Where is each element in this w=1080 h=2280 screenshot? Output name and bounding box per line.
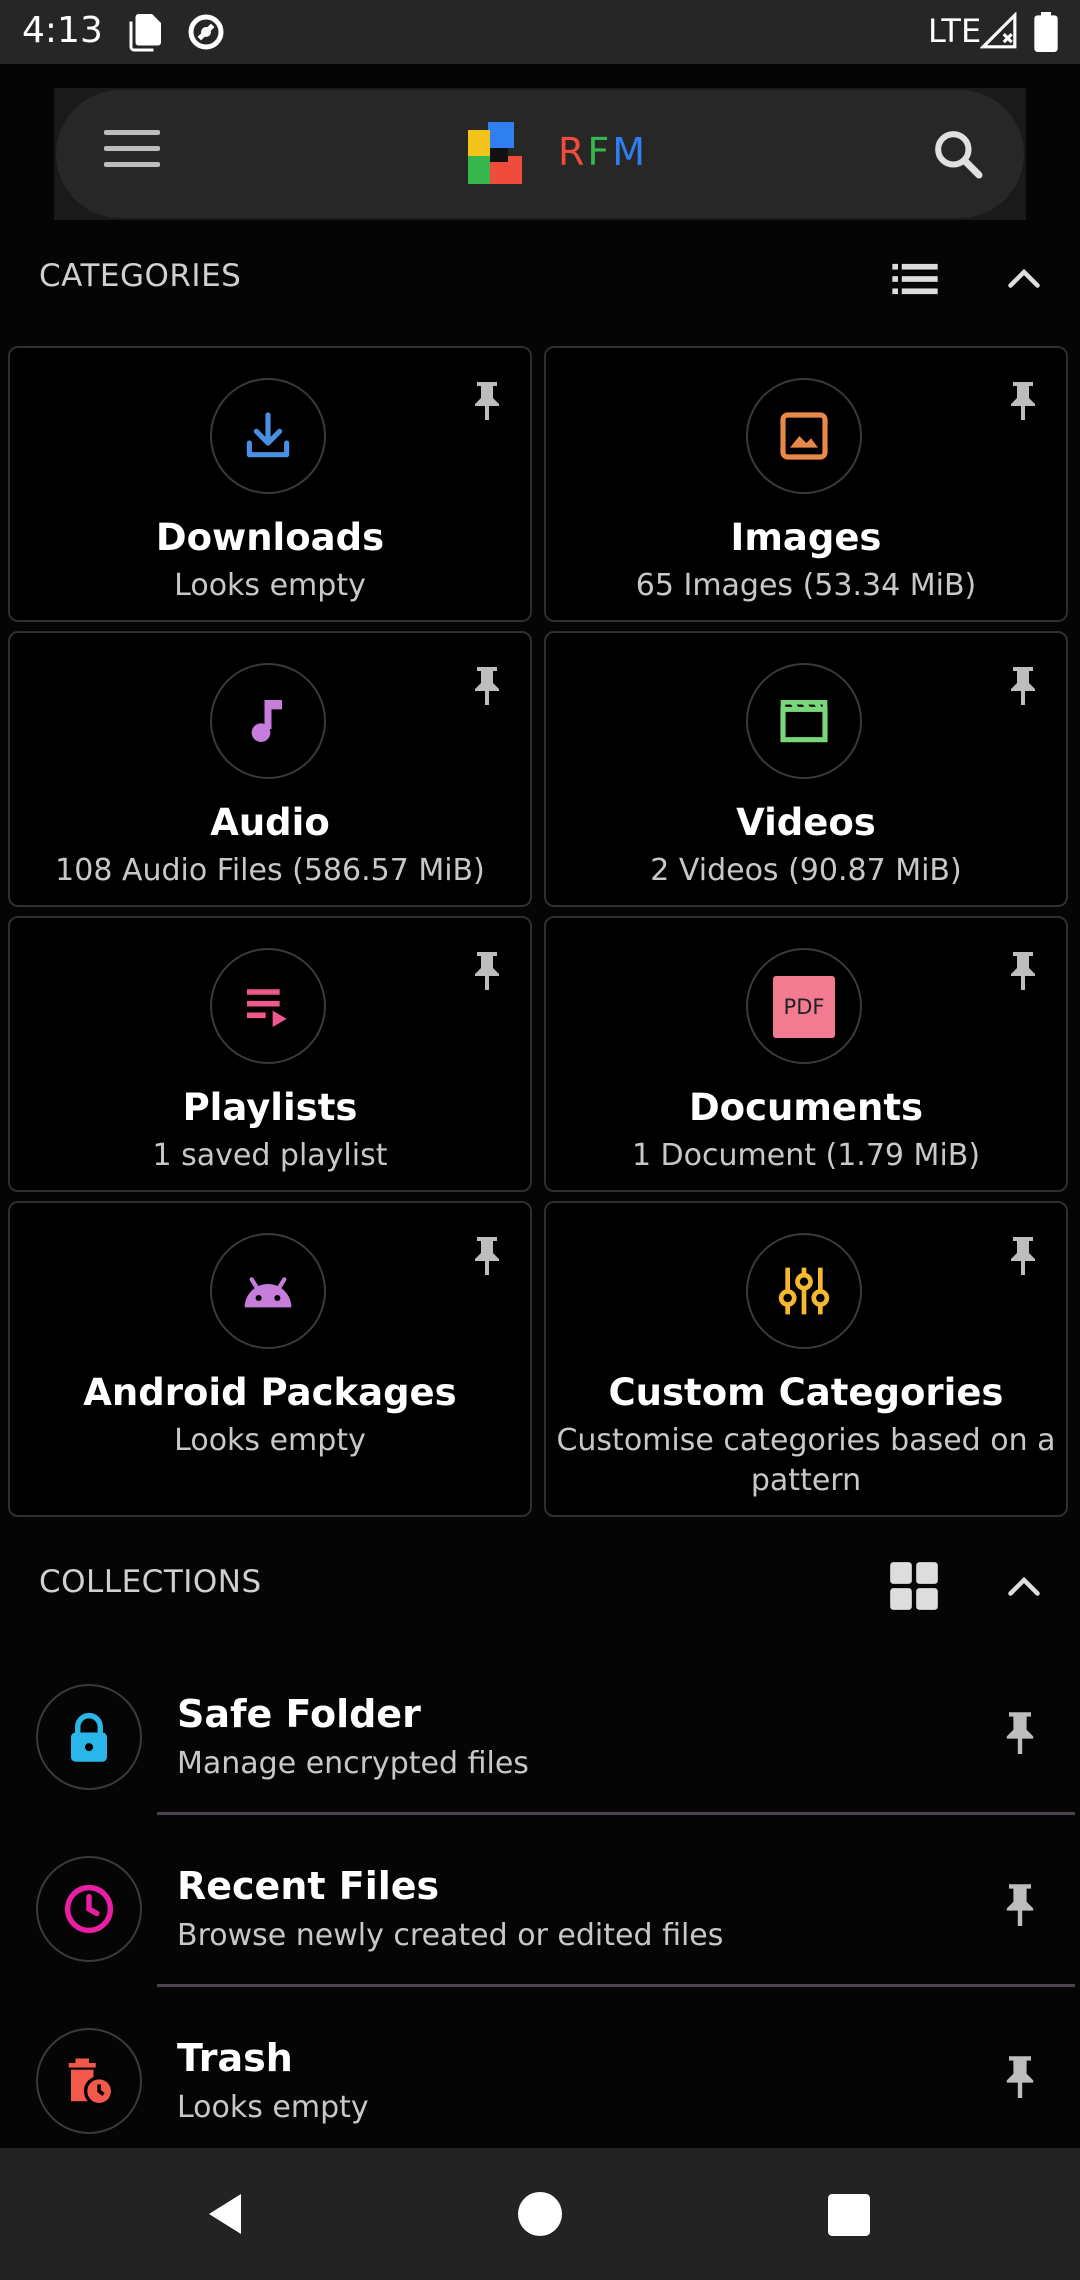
category-subtitle: Looks empty <box>174 1423 366 1458</box>
music-note-icon <box>251 700 282 742</box>
sync-notification-icon <box>188 14 224 50</box>
collection-subtitle: Looks empty <box>177 2090 369 2125</box>
downloads-icon-circle <box>210 378 326 494</box>
pin-icon[interactable] <box>470 950 504 990</box>
collection-title: Recent Files <box>177 1864 440 1908</box>
category-card-images[interactable]: Images 65 Images (53.34 MiB) <box>544 346 1068 622</box>
collection-subtitle: Browse newly created or edited files <box>177 1918 724 1953</box>
category-subtitle: Customise categories based on a pattern <box>556 1423 1056 1498</box>
home-icon[interactable] <box>518 2192 562 2236</box>
battery-icon <box>1034 12 1058 52</box>
app-bar: RFM <box>56 90 1024 218</box>
pin-icon[interactable] <box>1006 380 1040 420</box>
menu-button[interactable] <box>104 130 160 178</box>
documents-icon-circle: PDF <box>746 948 862 1064</box>
signal-icon <box>980 12 1017 49</box>
collapse-collections-icon[interactable] <box>1006 1572 1042 1600</box>
pin-icon[interactable] <box>1002 2054 1038 2098</box>
category-subtitle: 1 saved playlist <box>152 1138 388 1173</box>
category-card-android-packages[interactable]: Android Packages Looks empty <box>8 1201 532 1517</box>
safe-folder-icon-circle <box>36 1684 142 1790</box>
status-bar: 4:13 LTE <box>0 0 1080 64</box>
category-title: Playlists <box>182 1086 358 1129</box>
download-icon <box>246 412 290 458</box>
clock-icon <box>64 1884 114 1934</box>
category-title: Android Packages <box>83 1371 457 1414</box>
category-card-audio[interactable]: Audio 108 Audio Files (586.57 MiB) <box>8 631 532 907</box>
category-subtitle: 2 Videos (90.87 MiB) <box>650 853 962 888</box>
collection-item-safe-folder[interactable]: Safe Folder Manage encrypted files <box>0 1650 1080 1820</box>
playlist-icon <box>247 989 287 1027</box>
pin-icon[interactable] <box>1006 1235 1040 1275</box>
category-card-playlists[interactable]: Playlists 1 saved playlist <box>8 916 532 1192</box>
pin-icon[interactable] <box>470 665 504 705</box>
pin-icon[interactable] <box>1006 950 1040 990</box>
pin-icon[interactable] <box>1006 665 1040 705</box>
files-notification-icon <box>129 14 161 52</box>
videos-icon-circle <box>746 663 862 779</box>
category-title: Videos <box>736 801 876 844</box>
collection-item-trash[interactable]: Trash Looks empty <box>0 1994 1080 2164</box>
category-card-videos[interactable]: Videos 2 Videos (90.87 MiB) <box>544 631 1068 907</box>
movie-icon <box>780 700 828 743</box>
tune-icon <box>778 1267 830 1315</box>
list-divider <box>157 1812 1075 1815</box>
images-icon-circle <box>746 378 862 494</box>
category-subtitle: 1 Document (1.79 MiB) <box>631 1138 981 1173</box>
network-type-label: LTE <box>928 12 982 50</box>
category-title: Images <box>730 516 882 559</box>
recents-icon[interactable] <box>828 2194 870 2236</box>
pdf-icon: PDF <box>773 976 835 1038</box>
category-subtitle: Looks empty <box>174 568 366 603</box>
collections-header: COLLECTIONS <box>39 1564 262 1600</box>
trash-clock-icon <box>68 2058 115 2107</box>
pin-icon[interactable] <box>1002 1882 1038 1926</box>
back-icon[interactable] <box>204 2190 246 2238</box>
menu-icon <box>104 130 160 135</box>
category-title: Custom Categories <box>608 1371 1004 1414</box>
category-subtitle: 108 Audio Files (586.57 MiB) <box>55 853 485 888</box>
category-title: Documents <box>688 1086 924 1129</box>
collection-title: Safe Folder <box>177 1692 421 1736</box>
custom-categories-icon-circle <box>746 1233 862 1349</box>
lock-icon <box>71 1713 107 1762</box>
search-icon[interactable] <box>930 126 986 182</box>
list-view-icon[interactable] <box>892 262 938 296</box>
app-logo-icon <box>468 122 522 184</box>
pdf-icon-label: PDF <box>783 995 825 1019</box>
collection-title: Trash <box>177 2036 293 2080</box>
image-icon <box>780 412 828 460</box>
collection-item-recent-files[interactable]: Recent Files Browse newly created or edi… <box>0 1822 1080 1992</box>
android-icon <box>244 1277 292 1308</box>
brand-text: RFM <box>558 130 649 174</box>
pin-icon[interactable] <box>1002 1710 1038 1754</box>
category-card-documents[interactable]: PDF Documents 1 Document (1.79 MiB) <box>544 916 1068 1192</box>
system-nav-bar <box>0 2148 1080 2280</box>
categories-header: CATEGORIES <box>39 258 242 294</box>
category-subtitle: 65 Images (53.34 MiB) <box>635 568 977 603</box>
collection-subtitle: Manage encrypted files <box>177 1746 529 1781</box>
playlists-icon-circle <box>210 948 326 1064</box>
category-card-custom-categories[interactable]: Custom Categories Customise categories b… <box>544 1201 1068 1517</box>
category-card-downloads[interactable]: Downloads Looks empty <box>8 346 532 622</box>
trash-icon-circle <box>36 2028 142 2134</box>
pin-icon[interactable] <box>470 380 504 420</box>
android-packages-icon-circle <box>210 1233 326 1349</box>
audio-icon-circle <box>210 663 326 779</box>
collapse-categories-icon[interactable] <box>1006 264 1042 292</box>
recent-files-icon-circle <box>36 1856 142 1962</box>
status-time: 4:13 <box>22 10 103 51</box>
grid-view-icon[interactable] <box>888 1560 940 1612</box>
pin-icon[interactable] <box>470 1235 504 1275</box>
list-divider <box>157 1984 1075 1987</box>
brand-title: RFM <box>558 130 648 174</box>
category-title: Audio <box>210 801 330 844</box>
category-title: Downloads <box>155 516 385 559</box>
